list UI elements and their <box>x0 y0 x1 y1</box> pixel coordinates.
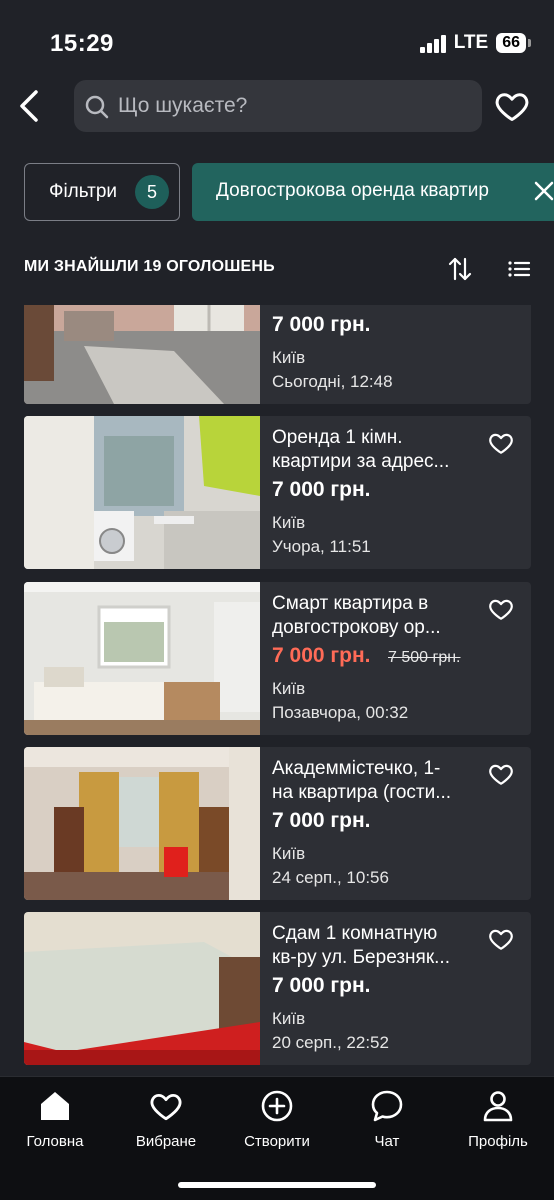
profile-icon <box>483 1091 513 1122</box>
listing-title-line: Смарт квартира в <box>272 593 429 614</box>
status-time: 15:29 <box>50 30 114 57</box>
listing-photo[interactable] <box>24 305 260 404</box>
listing-city: Київ <box>272 844 306 863</box>
filters-button[interactable]: Фільтри 5 <box>24 163 180 221</box>
listing-photo-image <box>24 747 260 900</box>
listing-price: 7 000 грн. <box>272 478 371 501</box>
nav-label: Вибране <box>135 1133 197 1150</box>
network-type: LTE <box>453 32 489 53</box>
results-count-title: МИ ЗНАЙШЛИ 19 ОГОЛОШЕНЬ <box>24 258 275 275</box>
listing-price: 7 000 грн. <box>272 974 371 997</box>
nav-label: Головна <box>26 1133 84 1150</box>
home-indicator <box>178 1182 376 1188</box>
listing-title: Оренда 1 кімн. квартири за адрес... <box>272 426 472 474</box>
back-button[interactable] <box>14 86 50 126</box>
listing-title-line: кв-ру ул. Березняк... <box>272 947 450 968</box>
listing-date: 24 серп., 10:56 <box>272 868 389 887</box>
close-icon[interactable] <box>532 179 554 203</box>
listing-title-line: Сдам 1 комнатную <box>272 923 438 944</box>
plus-circle-icon <box>261 1090 293 1122</box>
listing-photo[interactable] <box>24 582 260 735</box>
chat-icon <box>371 1090 403 1122</box>
listing-date: Учора, 11:51 <box>272 537 371 556</box>
listing-title: Сдам 1 комнатную кв-ру ул. Березняк... <box>272 922 472 970</box>
header: Що шукаєте? <box>0 78 554 134</box>
nav-label: Профіль <box>468 1133 528 1150</box>
listing-title-line: на квартира (гости... <box>272 782 452 803</box>
status-bar: 15:29 LTE 66 <box>0 0 554 70</box>
heart-icon <box>150 1093 182 1121</box>
listing-card[interactable]: Сдам 1 комнатную кв-ру ул. Березняк... 7… <box>24 912 531 1065</box>
nav-item-create[interactable]: Створити <box>227 1089 327 1159</box>
listing-title-line: Академмістечко, 1- <box>272 758 441 779</box>
home-icon <box>41 1092 69 1120</box>
active-filter-label: Довгострокова оренда квартир <box>216 180 489 201</box>
listing-date: 20 серп., 22:52 <box>272 1033 389 1052</box>
listing-photo[interactable] <box>24 912 260 1065</box>
heart-icon <box>495 93 529 121</box>
listing-card[interactable]: 7 000 грн. Київ Сьогодні, 12:48 <box>24 305 531 404</box>
nav-item-home[interactable]: Головна <box>5 1089 105 1159</box>
nav-item-profile[interactable]: Профіль <box>448 1089 548 1159</box>
listing-city: Київ <box>272 1009 306 1028</box>
filters-count-badge: 5 <box>135 175 169 209</box>
back-arrow-icon <box>20 90 38 122</box>
listing-title-line: довгострокову ор... <box>272 617 441 638</box>
sort-icon[interactable] <box>446 255 474 283</box>
listing-title-line: квартири за адрес... <box>272 451 450 472</box>
battery-icon: 66 <box>496 33 531 53</box>
heart-icon[interactable] <box>488 761 514 787</box>
signal-icon <box>419 33 446 53</box>
listing-photo[interactable] <box>24 747 260 900</box>
listing-date: Позавчора, 00:32 <box>272 703 409 722</box>
heart-icon[interactable] <box>488 926 514 952</box>
heart-icon[interactable] <box>488 430 514 456</box>
listing-photo-image <box>24 912 260 1065</box>
listing-city: Київ <box>272 348 306 367</box>
listing-city: Київ <box>272 513 306 532</box>
listing-price: 7 000 грн. <box>272 644 371 667</box>
listing-photo[interactable] <box>24 416 260 569</box>
listing-card[interactable]: Оренда 1 кімн. квартири за адрес... 7 00… <box>24 416 531 569</box>
active-filter-chip[interactable]: Довгострокова оренда квартир <box>192 163 554 221</box>
nav-label: Створити <box>244 1133 310 1150</box>
listing-title-line: Оренда 1 кімн. <box>272 427 403 448</box>
nav-item-favorites[interactable]: Вибране <box>116 1089 216 1159</box>
heart-icon[interactable] <box>488 596 514 622</box>
listing-title: Смарт квартира в довгострокову ор... <box>272 592 472 640</box>
favorites-button[interactable] <box>494 88 530 124</box>
search-placeholder: Що шукаєте? <box>118 94 248 117</box>
listing-card[interactable]: Академмістечко, 1- на квартира (гости...… <box>24 747 531 900</box>
listing-photo-image <box>24 416 260 569</box>
nav-item-chat[interactable]: Чат <box>337 1089 437 1159</box>
list-view-icon[interactable] <box>506 256 532 282</box>
search-icon <box>85 95 109 119</box>
search-input[interactable]: Що шукаєте? <box>74 80 482 132</box>
status-indicators: LTE 66 <box>419 32 531 54</box>
filters-label: Фільтри <box>49 181 118 202</box>
listing-city: Київ <box>272 679 306 698</box>
listings-list[interactable]: 7 000 грн. Київ Сьогодні, 12:48 Оренда 1… <box>0 305 554 1070</box>
listing-old-price: 7 500 грн. <box>388 649 461 666</box>
listing-photo-image <box>24 305 260 404</box>
listing-price: 7 000 грн. <box>272 809 371 832</box>
listing-title: Академмістечко, 1- на квартира (гости... <box>272 757 472 805</box>
listing-date: Сьогодні, 12:48 <box>272 372 393 391</box>
nav-label: Чат <box>374 1133 400 1150</box>
listing-price: 7 000 грн. <box>272 313 371 336</box>
listing-card[interactable]: Смарт квартира в довгострокову ор... 7 0… <box>24 582 531 735</box>
listing-photo-image <box>24 582 260 735</box>
